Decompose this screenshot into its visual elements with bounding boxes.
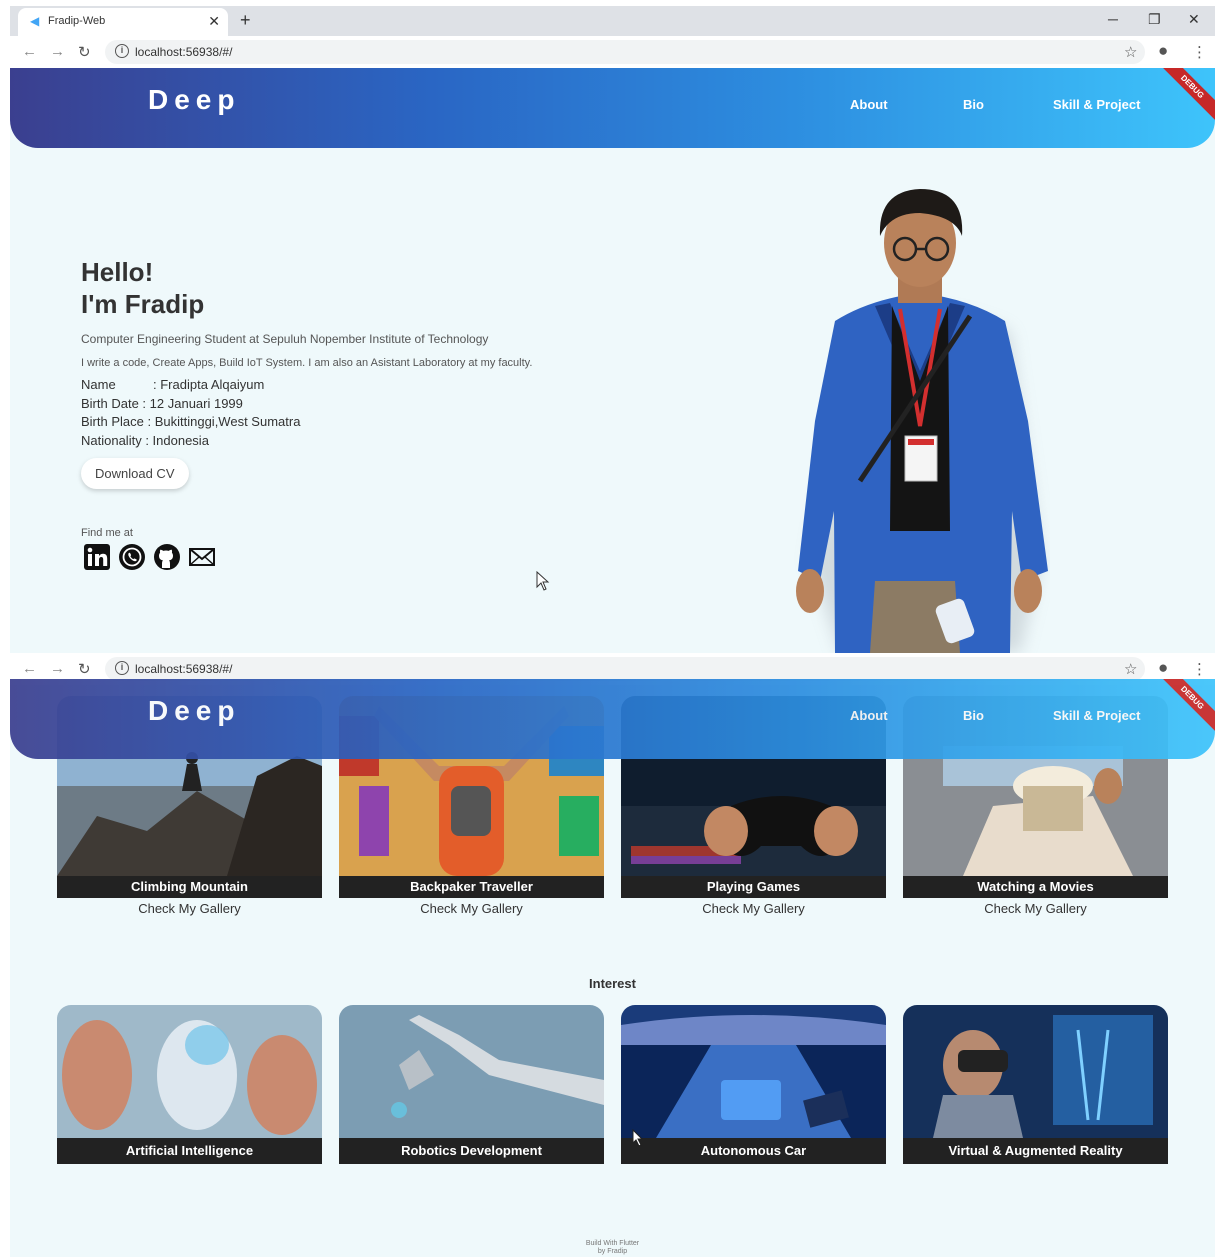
info-row-name: Name: Fradipta Alqaiyum	[81, 377, 265, 392]
tab-strip: ◀ Fradip-Web ✕ + ─ ❐ ✕	[10, 6, 1215, 36]
social-links	[81, 543, 581, 571]
close-window-icon[interactable]: ✕	[1188, 11, 1200, 28]
github-icon[interactable]	[153, 543, 181, 571]
hobby-gallery-link[interactable]: Check My Gallery	[339, 901, 604, 916]
interest-section-title: Interest	[589, 976, 636, 991]
interest-title: Robotics Development	[339, 1138, 604, 1164]
back-icon[interactable]: ←	[22, 660, 37, 677]
hero-description: I write a code, Create Apps, Build IoT S…	[81, 357, 533, 369]
tab-close-icon[interactable]: ✕	[208, 13, 220, 30]
mouse-cursor-icon	[632, 1129, 644, 1147]
profile-icon[interactable]: ●	[1158, 658, 1168, 678]
download-cv-button[interactable]: Download CV	[81, 458, 189, 489]
hero-subtitle: Computer Engineering Student at Sepuluh …	[81, 332, 489, 346]
debug-banner: DEBUG	[1155, 679, 1215, 735]
address-toolbar: ← → ↻ i localhost:56938/#/ ☆ ● ⋮	[10, 36, 1215, 68]
greeting-line-2: I'm Fradip	[81, 289, 205, 319]
footer-line-2: by Fradip	[597, 1248, 628, 1255]
personal-info: Name: Fradipta Alqaiyum Birth Date : 12 …	[81, 376, 581, 450]
hobby-title: Climbing Mountain	[57, 876, 322, 898]
menu-icon[interactable]: ⋮	[1192, 660, 1207, 678]
restore-icon[interactable]: ❐	[1148, 11, 1161, 28]
debug-banner: DEBUG	[1155, 68, 1215, 124]
nav-skill-project[interactable]: Skill & Project	[1053, 97, 1140, 112]
flutter-favicon-icon: ◀	[30, 14, 40, 28]
interest-title: Artificial Intelligence	[57, 1138, 322, 1164]
hero-intro: Hello! I'm Fradip Computer Engineering S…	[81, 256, 581, 571]
profile-icon[interactable]: ●	[1158, 41, 1168, 61]
forward-icon[interactable]: →	[50, 43, 65, 60]
new-tab-icon[interactable]: +	[240, 10, 251, 31]
browser-window-top: ◀ Fradip-Web ✕ + ─ ❐ ✕ ← → ↻ i localhost…	[10, 6, 1215, 653]
ai-image	[57, 1005, 322, 1138]
info-row-birth-place: Birth Place : Bukittinggi,West Sumatra	[81, 414, 301, 429]
site-info-icon[interactable]: i	[115, 661, 129, 675]
nav-skill-project[interactable]: Skill & Project	[1053, 708, 1140, 723]
hobby-gallery-link[interactable]: Check My Gallery	[57, 901, 322, 916]
site-logo[interactable]: Deep	[148, 84, 240, 116]
forward-icon[interactable]: →	[50, 660, 65, 677]
robotics-image	[339, 1005, 604, 1138]
browser-tab[interactable]: ◀ Fradip-Web ✕	[18, 8, 228, 36]
nav-about[interactable]: About	[850, 97, 888, 112]
tab-title: Fradip-Web	[48, 15, 106, 27]
reload-icon[interactable]: ↻	[78, 660, 91, 678]
hobby-title: Playing Games	[621, 876, 886, 898]
address-bar[interactable]: i localhost:56938/#/	[105, 657, 1145, 681]
bookmark-star-icon[interactable]: ☆	[1124, 660, 1137, 678]
hobby-title: Watching a Movies	[903, 876, 1168, 898]
hobby-title: Backpaker Traveller	[339, 876, 604, 898]
site-header: Deep About Bio Skill & Project DEBUG	[10, 679, 1215, 759]
minimize-icon[interactable]: ─	[1108, 11, 1118, 27]
back-icon[interactable]: ←	[22, 43, 37, 60]
nav-bio[interactable]: Bio	[963, 97, 984, 112]
site-info-icon[interactable]: i	[115, 44, 129, 58]
nav-about[interactable]: About	[850, 708, 888, 723]
site-logo[interactable]: Deep	[148, 695, 240, 727]
nav-bio[interactable]: Bio	[963, 708, 984, 723]
site-header: Deep About Bio Skill & Project DEBUG	[10, 68, 1215, 148]
vr-ar-image	[903, 1005, 1168, 1138]
greeting-line-1: Hello!	[81, 257, 154, 287]
profile-photo	[796, 189, 1048, 653]
site-footer: Build With Flutter by Fradip	[10, 1240, 1215, 1256]
interest-title: Autonomous Car	[621, 1138, 886, 1164]
address-bar[interactable]: i localhost:56938/#/	[105, 40, 1145, 64]
find-me-label: Find me at	[81, 527, 133, 539]
autonomous-car-image	[621, 1005, 886, 1138]
browser-window-bottom: ← → ↻ i localhost:56938/#/ ☆ ● ⋮ Climbin…	[10, 653, 1215, 1257]
hobby-gallery-link[interactable]: Check My Gallery	[621, 901, 886, 916]
mouse-cursor-icon	[536, 571, 550, 591]
url-text: localhost:56938/#/	[135, 662, 233, 676]
linkedin-icon[interactable]	[83, 543, 111, 571]
hobby-gallery-link[interactable]: Check My Gallery	[903, 901, 1168, 916]
info-row-birth-date: Birth Date : 12 Januari 1999	[81, 395, 243, 411]
info-row-nationality: Nationality : Indonesia	[81, 432, 209, 448]
footer-line-1: Build With Flutter	[585, 1240, 640, 1247]
mail-icon[interactable]	[188, 543, 216, 571]
reload-icon[interactable]: ↻	[78, 43, 91, 61]
url-text: localhost:56938/#/	[135, 45, 233, 59]
bookmark-star-icon[interactable]: ☆	[1124, 43, 1137, 61]
menu-icon[interactable]: ⋮	[1192, 43, 1207, 61]
interest-title: Virtual & Augmented Reality	[903, 1138, 1168, 1164]
whatsapp-icon[interactable]	[118, 543, 146, 571]
